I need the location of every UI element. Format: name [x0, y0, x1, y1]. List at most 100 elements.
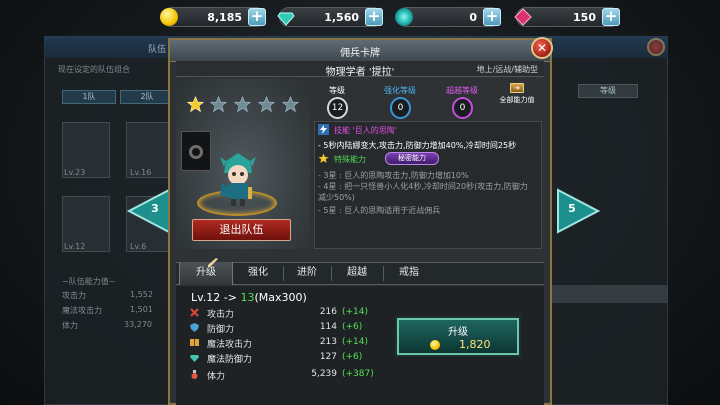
- rune-orb-icon: [395, 8, 413, 26]
- special-ability-line: - 4星 : 把一只怪兽小人化4秒,冷却时间20秒(攻击力,防御力: [318, 182, 528, 191]
- level-label: 等级: [329, 86, 345, 95]
- star-empty-icon: [210, 96, 227, 113]
- stat-row-hp: 体力 5,239 (+387): [190, 369, 380, 382]
- book-icon: [190, 339, 199, 346]
- stat-row-magic-attack: 魔法攻击力 213 (+14): [190, 337, 380, 350]
- stat-row-attack: 攻击力 216 (+14): [190, 307, 380, 320]
- stat-value: 127: [319, 352, 337, 362]
- stat-name: 攻击力: [207, 310, 235, 320]
- gold-currency: 8,185 +: [160, 7, 266, 27]
- stat-delta: (+387): [342, 369, 374, 379]
- add-rune-button[interactable]: +: [483, 8, 501, 26]
- potion-icon: [191, 370, 198, 379]
- skill-description: - 5秒内陆娜变大,攻击力,防御力增加40%,冷却时间25秒: [318, 141, 517, 150]
- stat-delta: (+6): [342, 322, 363, 332]
- upgrade-button-label: 升级: [448, 327, 468, 338]
- max-level: (Max300): [254, 291, 307, 304]
- add-gem-button[interactable]: +: [365, 8, 383, 26]
- hero-sprite: [220, 153, 256, 206]
- team-member-level: Lv.23: [64, 168, 86, 177]
- team-member-level: Lv.16: [130, 168, 152, 177]
- tab-transcend[interactable]: 超越: [331, 262, 383, 285]
- dialog-title: 佣兵卡牌: [340, 48, 380, 59]
- special-ability-label: 特殊能力: [334, 155, 366, 164]
- team-member-level: Lv.6: [130, 242, 147, 251]
- gold-coin-icon: [160, 8, 178, 26]
- stat-value: 5,239: [311, 369, 337, 379]
- team-panel-field: [549, 285, 668, 303]
- star-empty-icon: [234, 96, 251, 113]
- lightning-skill-icon: [318, 124, 329, 135]
- special-star-icon: [318, 153, 329, 164]
- upgrade-button[interactable]: 升级 1,820: [397, 318, 519, 355]
- special-ability-line: - 5星 : 巨人的思陶适用于近战佣兵: [318, 206, 441, 215]
- stat-value: 114: [319, 322, 337, 332]
- gem-currency: 1,560 +: [277, 7, 383, 27]
- all-stats-label: 全部能力值: [499, 96, 535, 104]
- team-power-title: ~队伍能力值~: [62, 277, 116, 286]
- stat-delta: (+6): [342, 352, 363, 362]
- team-tab-2[interactable]: 2队: [120, 90, 174, 104]
- ring-equip-slot[interactable]: [181, 131, 211, 171]
- next-hero-button[interactable]: 5: [556, 188, 601, 234]
- tab-advance[interactable]: 进阶: [283, 262, 331, 285]
- arrow-right-icon: ➔: [510, 83, 524, 93]
- all-stats-button[interactable]: ➔ 全部能力值: [497, 83, 537, 105]
- gold-amount: 8,185: [207, 10, 242, 24]
- team-stat-value: 1,552: [130, 290, 153, 299]
- stat-name: 防御力: [207, 325, 235, 335]
- ring-icon: [189, 145, 203, 159]
- grade-sort-select[interactable]: 等级: [578, 84, 638, 98]
- teal-gem-icon: [277, 8, 295, 26]
- team-tab-1[interactable]: 1队: [62, 90, 116, 104]
- gem-amount: 1,560: [324, 10, 359, 24]
- team-panel-title: 队伍: [148, 45, 167, 55]
- close-dialog-button[interactable]: ✕: [531, 37, 553, 59]
- level-value: 12: [327, 97, 348, 119]
- add-ruby-button[interactable]: +: [602, 8, 620, 26]
- stat-row-magic-defense: 魔法防御力 127 (+6): [190, 352, 380, 365]
- star-empty-icon: [258, 96, 275, 113]
- team-member-level: Lv.12: [64, 242, 86, 251]
- transcend-level-value: 0: [452, 97, 473, 119]
- gold-coin-icon: [430, 340, 440, 350]
- stat-delta: (+14): [342, 307, 369, 317]
- rune-currency: 0 +: [395, 7, 501, 27]
- crystal-icon: [190, 355, 199, 362]
- ruby-currency: 150 +: [514, 7, 620, 27]
- secret-ability-badge: 秘密能力: [385, 152, 439, 165]
- stat-delta: (+14): [342, 337, 369, 347]
- team-stat-value: 33,270: [124, 320, 152, 329]
- rune-amount: 0: [469, 10, 477, 24]
- stat-row-defense: 防御力 114 (+6): [190, 322, 380, 335]
- team-stat-label: 攻击力: [62, 291, 86, 300]
- ruby-amount: 150: [573, 10, 596, 24]
- special-ability-line: - 3星 : 巨人的思陶攻击力,防御力增加10%: [318, 171, 469, 180]
- star-empty-icon: [282, 96, 299, 113]
- transcend-level-label: 超越等级: [446, 86, 478, 95]
- stat-name: 魔法攻击力: [207, 340, 253, 350]
- upgrade-cost: 1,820: [459, 338, 491, 351]
- leave-team-button[interactable]: 退出队伍: [192, 219, 291, 241]
- dialog-header: 佣兵卡牌: [170, 40, 550, 62]
- skill-name: 技能 '巨人的思陶': [334, 126, 397, 135]
- tab-ring[interactable]: 戒指: [383, 262, 435, 285]
- team-panel-close-icon[interactable]: [647, 38, 665, 56]
- enhance-level-value: 0: [390, 97, 411, 119]
- hero-name-bar: 物理学者 '提拉' 地上/远战/辅助型: [176, 61, 544, 78]
- team-stat-label: 体力: [62, 321, 78, 330]
- special-ability-line: 减少50%): [318, 193, 355, 202]
- next-hero-index: 5: [568, 202, 576, 215]
- add-gold-button[interactable]: +: [248, 8, 266, 26]
- team-stat-label: 魔法攻击力: [62, 306, 102, 315]
- shield-icon: [190, 323, 199, 332]
- tab-enhance[interactable]: 强化: [233, 262, 283, 285]
- stat-value: 213: [319, 337, 337, 347]
- next-level: 13: [240, 291, 255, 304]
- current-level: Lv.12 ->: [191, 291, 241, 304]
- star-filled-icon: [187, 96, 204, 113]
- prev-hero-button[interactable]: 3: [126, 188, 171, 234]
- stat-name: 魔法防御力: [207, 355, 253, 365]
- team-panel-subtitle: 现在设定的队伍组合: [58, 65, 130, 74]
- tab-upgrade[interactable]: 升级: [179, 262, 233, 285]
